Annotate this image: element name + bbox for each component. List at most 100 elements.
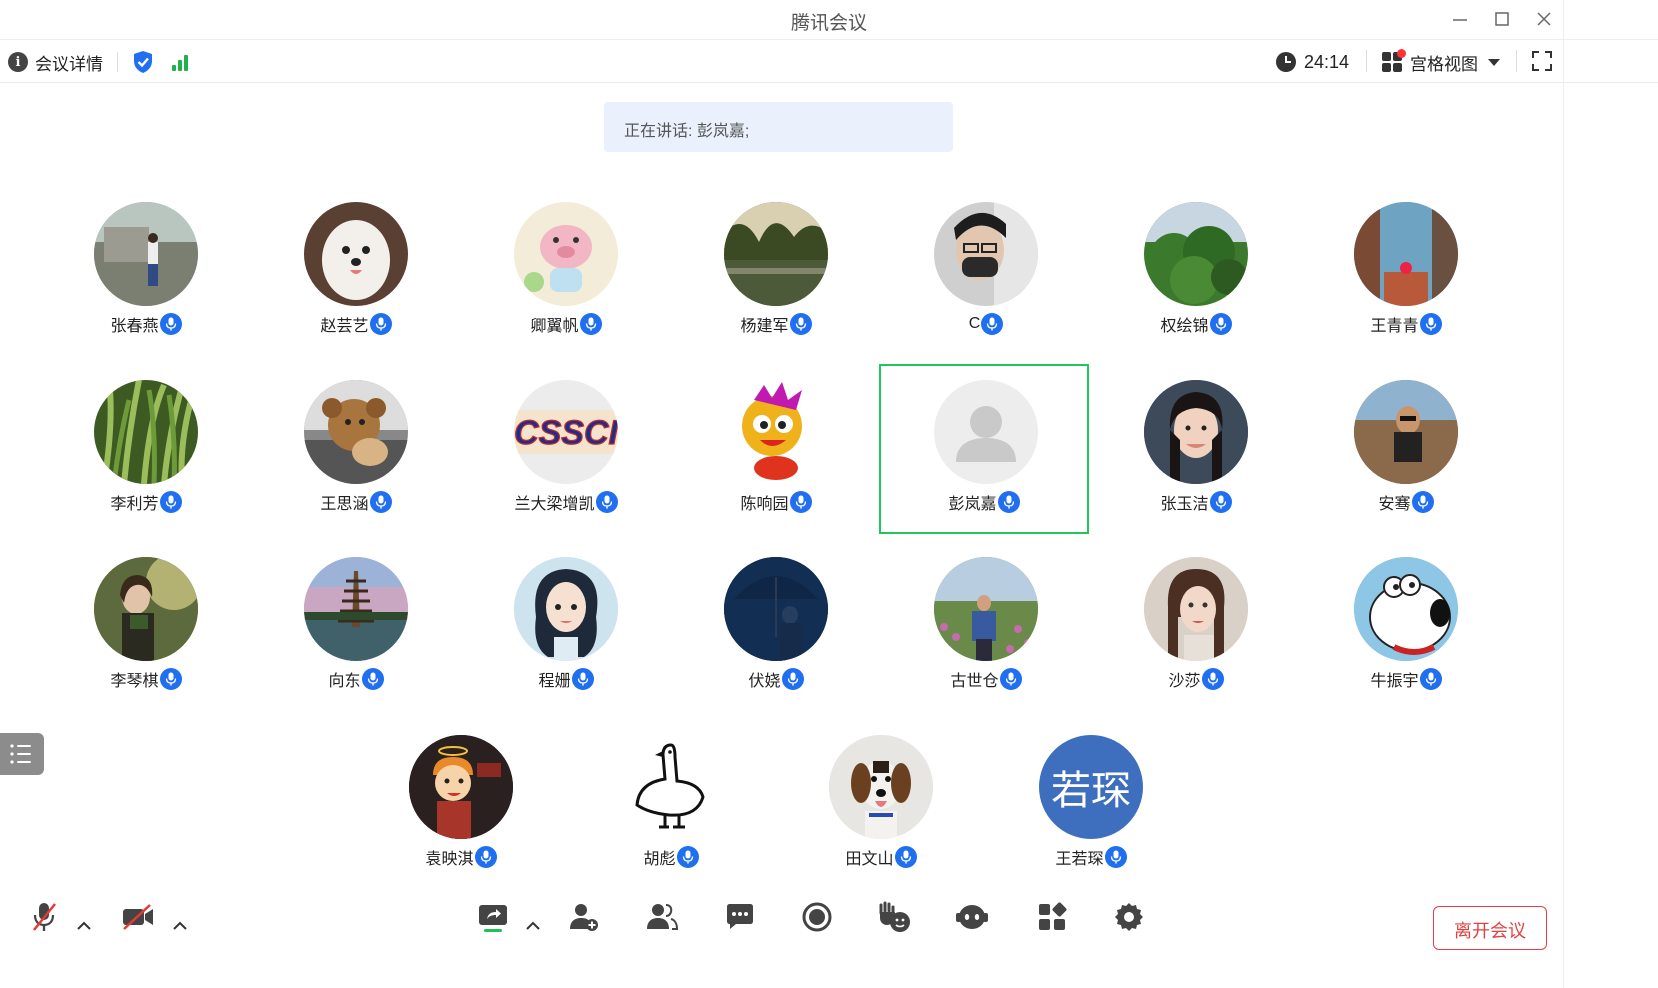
participant-tile[interactable]: 古世仓 [881,543,1091,713]
participant-list-toggle[interactable] [0,733,44,775]
participant-avatar [94,557,198,661]
mic-status-icon [1419,313,1442,335]
view-mode-dropdown[interactable]: 宫格视图 [1382,48,1500,76]
participant-name: 彭岚嘉 [948,496,997,513]
participant-avatar [724,380,828,484]
minimize-button[interactable] [1440,6,1480,32]
share-screen-icon [479,905,507,932]
divider [1366,50,1367,72]
participant-name: 杨建军 [740,318,789,335]
share-screen-button[interactable] [473,899,513,935]
participant-tile[interactable]: 程姗 [461,543,671,713]
mic-status-icon [676,846,699,868]
settings-button[interactable] [1109,899,1149,935]
participant-tile[interactable]: 王青青 [1301,188,1511,358]
participant-avatar [514,202,618,306]
members-button[interactable] [642,899,682,935]
divider [117,52,118,72]
invite-icon [570,904,598,931]
participant-name: 牛振宇 [1370,673,1419,690]
participant-tile[interactable]: 王思涵 [251,366,461,536]
list-icon [10,744,31,764]
timer-text: 24:14 [1304,51,1350,72]
camera-off-icon [123,904,153,930]
participant-tile[interactable]: 杨建军 [671,188,881,358]
bottom-toolbar: 离开会议 [0,885,1658,988]
assistant-button[interactable] [952,899,992,935]
participant-tile[interactable]: 牛振宇 [1301,543,1511,713]
members-icon [647,904,679,930]
mic-status-icon [571,668,594,690]
mic-options-chevron-icon[interactable] [76,919,92,933]
participant-tile[interactable]: 袁映淇 [356,721,566,891]
participant-tile[interactable]: 胡彪 [566,721,776,891]
participant-tile[interactable]: 彭岚嘉 [879,364,1089,534]
chat-button[interactable] [720,899,760,935]
participant-tile[interactable]: 田文山 [776,721,986,891]
participant-avatar [1144,557,1248,661]
participant-tile[interactable]: 张玉洁 [1091,366,1301,536]
participant-tile[interactable]: 向东 [251,543,461,713]
participant-tile[interactable]: 李利芳 [41,366,251,536]
mic-icon [795,495,806,509]
share-options-chevron-icon[interactable] [525,919,541,933]
participant-tile[interactable]: 赵芸艺 [251,188,461,358]
svg-text:CSSCI: CSSCI [514,414,618,452]
raise-hand-button[interactable] [874,899,914,935]
mic-status-icon [1209,313,1232,335]
mic-status-icon [1104,846,1127,868]
meeting-details-link[interactable]: 会议详情 [35,50,103,75]
mic-status-icon [1201,668,1224,690]
fullscreen-icon[interactable] [1532,51,1552,71]
participant-name: 权绘锦 [1160,318,1209,335]
apps-button[interactable] [1032,899,1072,935]
assistant-icon [956,905,988,929]
mic-icon [1425,317,1436,331]
mic-status-icon [369,491,392,513]
raise-hand-icon [879,901,910,932]
mic-icon [577,672,588,686]
participant-tile[interactable]: 李琴棋 [41,543,251,713]
participant-avatar [304,557,408,661]
camera-button[interactable] [118,899,158,935]
mic-icon [375,317,386,331]
minimize-icon [1453,19,1467,21]
leave-meeting-button[interactable]: 离开会议 [1433,906,1547,950]
participant-avatar [724,557,828,661]
participant-avatar [934,380,1038,484]
participant-name: 卿翼帆 [530,318,579,335]
participant-avatar [1144,202,1248,306]
participant-name: C [968,315,981,332]
info-icon[interactable]: i [8,52,28,72]
participant-avatar [619,735,723,839]
participant-name: 程姗 [538,673,571,690]
participant-tile[interactable]: 沙莎 [1091,543,1301,713]
participant-name: 向东 [328,673,361,690]
camera-options-chevron-icon[interactable] [172,919,188,933]
mute-button[interactable] [24,899,64,935]
active-speaker-banner: 正在讲话: 彭岚嘉; [604,102,953,152]
close-button[interactable] [1524,6,1564,32]
participant-tile[interactable]: 卿翼帆 [461,188,671,358]
participant-tile[interactable]: C [881,188,1091,358]
title-bar: 腾讯会议 [0,0,1658,40]
mic-status-icon [579,313,602,335]
mic-icon [165,317,176,331]
maximize-button[interactable] [1482,6,1522,32]
participant-tile[interactable]: 张春燕 [41,188,251,358]
mic-muted-icon [33,903,56,931]
participant-tile[interactable]: 若琛 王若琛 [986,721,1196,891]
mic-status-icon [1419,668,1442,690]
participant-tile[interactable]: CSSCI 兰大梁增凯 [461,366,671,536]
participant-tile[interactable]: 陈响园 [671,366,881,536]
settings-icon [1115,903,1143,931]
participant-name: 王青青 [1370,318,1419,335]
close-icon [1537,12,1551,26]
network-signal-icon[interactable] [172,53,188,71]
participant-tile[interactable]: 伏娆 [671,543,881,713]
security-shield-icon[interactable] [132,50,154,74]
participant-tile[interactable]: 权绘锦 [1091,188,1301,358]
participant-tile[interactable]: 安骞 [1301,366,1511,536]
invite-button[interactable] [564,899,604,935]
record-button[interactable] [797,899,837,935]
